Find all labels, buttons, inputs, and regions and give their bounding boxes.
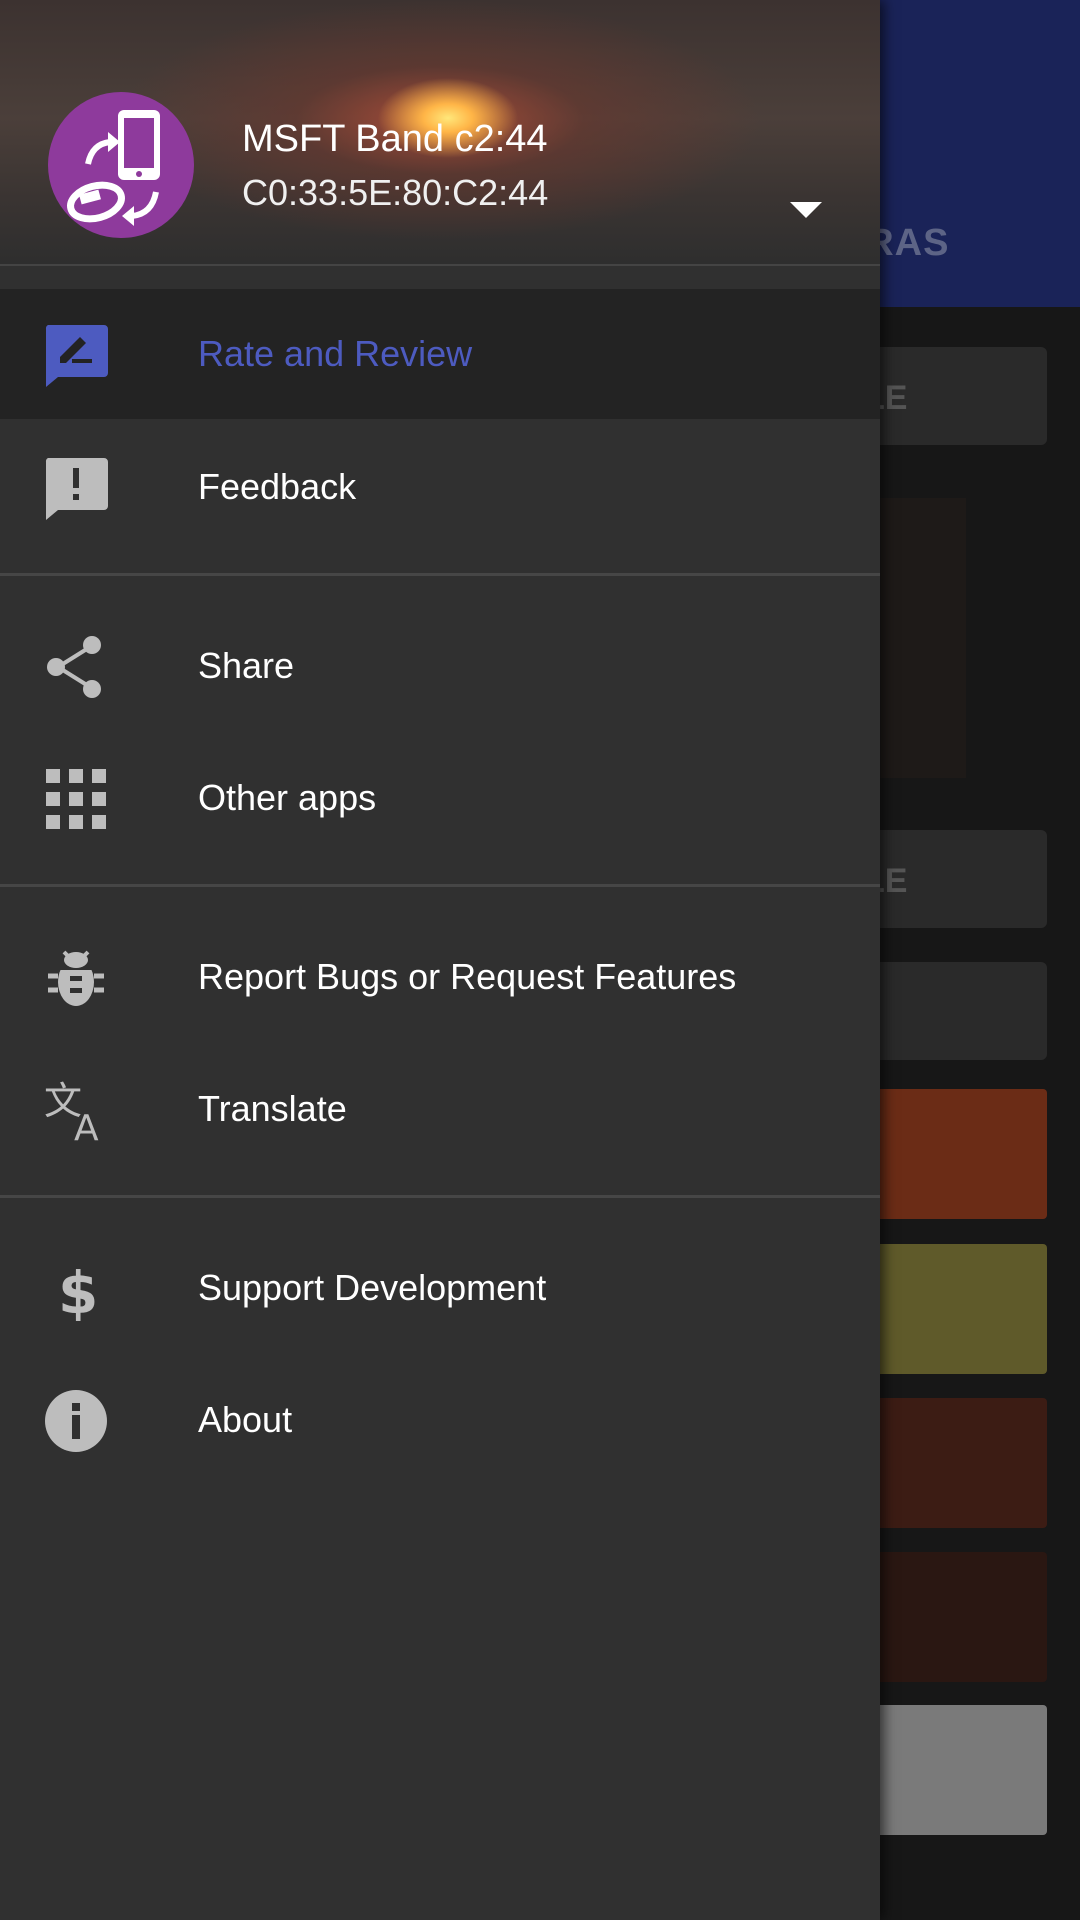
nav-item-translate[interactable]: 文 A Translate — [0, 1044, 880, 1174]
account-dropdown-icon[interactable] — [786, 198, 826, 222]
nav-item-label: Rate and Review — [198, 333, 473, 374]
color-swatch — [852, 1398, 1047, 1528]
color-swatch — [852, 1552, 1047, 1682]
svg-text:$: $ — [58, 1259, 98, 1321]
background-card — [852, 962, 1047, 1060]
nav-item-feedback[interactable]: Feedback — [0, 422, 880, 552]
section-divider — [0, 1195, 880, 1198]
phone-band-sync-icon — [67, 110, 160, 226]
nav-item-label: Support Development — [198, 1267, 547, 1308]
nav-item-label: Translate — [198, 1088, 347, 1129]
nav-item-label: Share — [198, 645, 295, 686]
header-divider — [0, 264, 880, 266]
account-name: MSFT Band c2:44 — [242, 118, 548, 160]
color-swatch — [852, 1089, 1047, 1219]
section-divider — [0, 573, 880, 576]
nav-item-support-development[interactable]: $ Support Development — [0, 1223, 880, 1353]
nav-item-about[interactable]: About — [0, 1355, 880, 1485]
feedback-icon — [45, 458, 108, 520]
background-card: LE — [852, 347, 1047, 445]
info-icon — [45, 1390, 107, 1452]
rate-review-icon — [45, 325, 108, 387]
navigation-drawer: MSFT Band c2:44 C0:33:5E:80:C2:44 Rate a… — [0, 0, 880, 1920]
bug-icon — [48, 950, 104, 1006]
background-card: LE — [852, 830, 1047, 928]
nav-item-label: Report Bugs or Request Features — [198, 956, 737, 997]
nav-item-label: Other apps — [198, 777, 377, 818]
apps-grid-icon — [46, 769, 106, 829]
section-divider — [0, 884, 880, 887]
drawer-header: MSFT Band c2:44 C0:33:5E:80:C2:44 — [0, 0, 880, 264]
translate-icon: 文 A — [44, 1079, 99, 1142]
nav-item-label: About — [198, 1399, 293, 1440]
nav-item-label: Feedback — [198, 466, 357, 507]
color-swatch — [852, 1244, 1047, 1374]
app-avatar[interactable] — [48, 92, 194, 238]
dollar-icon: $ — [58, 1259, 98, 1321]
nav-item-rate-and-review[interactable]: Rate and Review — [0, 289, 880, 419]
nav-item-share[interactable]: Share — [0, 601, 880, 731]
nav-item-other-apps[interactable]: Other apps — [0, 733, 880, 863]
nav-item-report-bugs[interactable]: Report Bugs or Request Features — [0, 912, 880, 1042]
svg-text:A: A — [74, 1108, 99, 1142]
share-icon — [47, 636, 101, 698]
color-swatch — [852, 1705, 1047, 1835]
account-address: C0:33:5E:80:C2:44 — [242, 172, 549, 213]
